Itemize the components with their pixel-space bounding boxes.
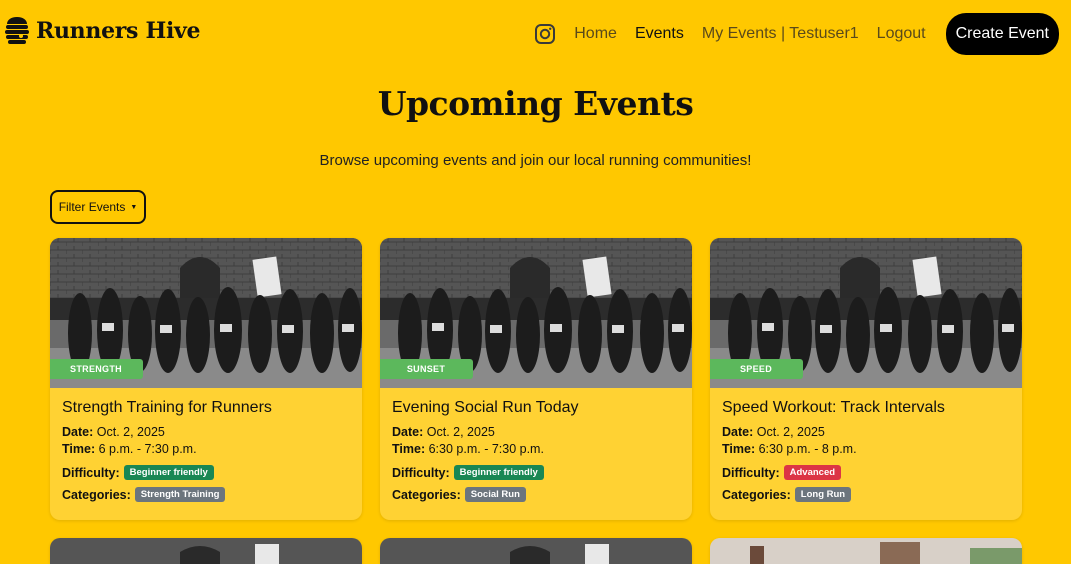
- event-date: Date: Oct. 2, 2025: [62, 425, 352, 439]
- event-categories: Categories: Social Run: [392, 487, 682, 502]
- event-time: Time: 6:30 p.m. - 7:30 p.m.: [392, 442, 682, 456]
- event-time-value: 6 p.m. - 7:30 p.m.: [98, 442, 197, 456]
- category-badge: Strength Training: [134, 487, 226, 502]
- caret-down-icon: ▼: [130, 203, 138, 211]
- event-time: Time: 6:30 p.m. - 8 p.m.: [722, 442, 1012, 456]
- event-difficulty: Difficulty: Beginner friendly: [392, 465, 682, 480]
- event-card[interactable]: [710, 538, 1022, 564]
- category-badge: Social Run: [464, 487, 526, 502]
- time-label: Time:: [722, 442, 756, 456]
- categories-label: Categories:: [62, 487, 131, 502]
- event-date: Date: Oct. 2, 2025: [722, 425, 1012, 439]
- time-label: Time:: [392, 442, 426, 456]
- brand-name: Runners Hive: [36, 18, 201, 44]
- event-date-value: Oct. 2, 2025: [756, 425, 825, 439]
- event-body: Evening Social Run Today Date: Oct. 2, 2…: [392, 399, 682, 502]
- event-tag: Sunset: [380, 359, 473, 379]
- event-categories: Categories: Long Run: [722, 487, 1012, 502]
- event-image: [710, 538, 1022, 564]
- difficulty-label: Difficulty:: [392, 465, 450, 480]
- event-title[interactable]: Speed Workout: Track Intervals: [722, 399, 1012, 417]
- event-card[interactable]: Sunset Evening Social Run Today Date: Oc…: [380, 238, 692, 520]
- difficulty-label: Difficulty:: [62, 465, 120, 480]
- event-card[interactable]: Speed Speed Workout: Track Intervals Dat…: [710, 238, 1022, 520]
- event-card[interactable]: Strength Strength Training for Runners D…: [50, 238, 362, 520]
- category-badge: Long Run: [794, 487, 852, 502]
- date-label: Date:: [392, 425, 424, 439]
- event-image: [380, 538, 692, 564]
- event-body: Speed Workout: Track Intervals Date: Oct…: [722, 399, 1012, 502]
- nav-logout[interactable]: Logout: [877, 25, 926, 43]
- difficulty-badge: Beginner friendly: [453, 465, 544, 480]
- event-difficulty: Difficulty: Advanced: [722, 465, 1012, 480]
- filter-events-label: Filter Events: [58, 200, 126, 214]
- nav-my-events[interactable]: My Events | Testuser1: [702, 25, 859, 43]
- categories-label: Categories:: [722, 487, 791, 502]
- page-title: Upcoming Events: [377, 84, 694, 123]
- event-time-value: 6:30 p.m. - 7:30 p.m.: [428, 442, 544, 456]
- nav-events[interactable]: Events: [635, 25, 684, 43]
- event-time-value: 6:30 p.m. - 8 p.m.: [758, 442, 857, 456]
- brand-link[interactable]: Runners Hive: [4, 16, 201, 46]
- beehive-icon: [5, 17, 29, 44]
- time-label: Time:: [62, 442, 96, 456]
- event-card[interactable]: [380, 538, 692, 564]
- filter-events-button[interactable]: Filter Events ▼: [50, 190, 146, 224]
- nav-links: Home Events My Events | Testuser1 Logout…: [534, 13, 1059, 55]
- create-event-button[interactable]: Create Event: [945, 13, 1059, 55]
- navbar: Runners Hive Home Events My Events | Tes…: [0, 0, 1071, 68]
- event-image: [50, 538, 362, 564]
- nav-home[interactable]: Home: [574, 25, 617, 43]
- date-label: Date:: [722, 425, 754, 439]
- event-difficulty: Difficulty: Beginner friendly: [62, 465, 352, 480]
- page-subtitle: Browse upcoming events and join our loca…: [319, 152, 752, 169]
- instagram-icon[interactable]: [534, 23, 556, 45]
- event-tag: Speed: [710, 359, 803, 379]
- event-card[interactable]: [50, 538, 362, 564]
- event-date-value: Oct. 2, 2025: [426, 425, 495, 439]
- event-tag: Strength: [50, 359, 143, 379]
- categories-label: Categories:: [392, 487, 461, 502]
- event-title[interactable]: Evening Social Run Today: [392, 399, 682, 417]
- event-title[interactable]: Strength Training for Runners: [62, 399, 352, 417]
- event-body: Strength Training for Runners Date: Oct.…: [62, 399, 352, 502]
- event-date: Date: Oct. 2, 2025: [392, 425, 682, 439]
- difficulty-badge: Advanced: [783, 465, 842, 480]
- date-label: Date:: [62, 425, 94, 439]
- difficulty-label: Difficulty:: [722, 465, 780, 480]
- difficulty-badge: Beginner friendly: [123, 465, 214, 480]
- event-categories: Categories: Strength Training: [62, 487, 352, 502]
- event-date-value: Oct. 2, 2025: [96, 425, 165, 439]
- event-time: Time: 6 p.m. - 7:30 p.m.: [62, 442, 352, 456]
